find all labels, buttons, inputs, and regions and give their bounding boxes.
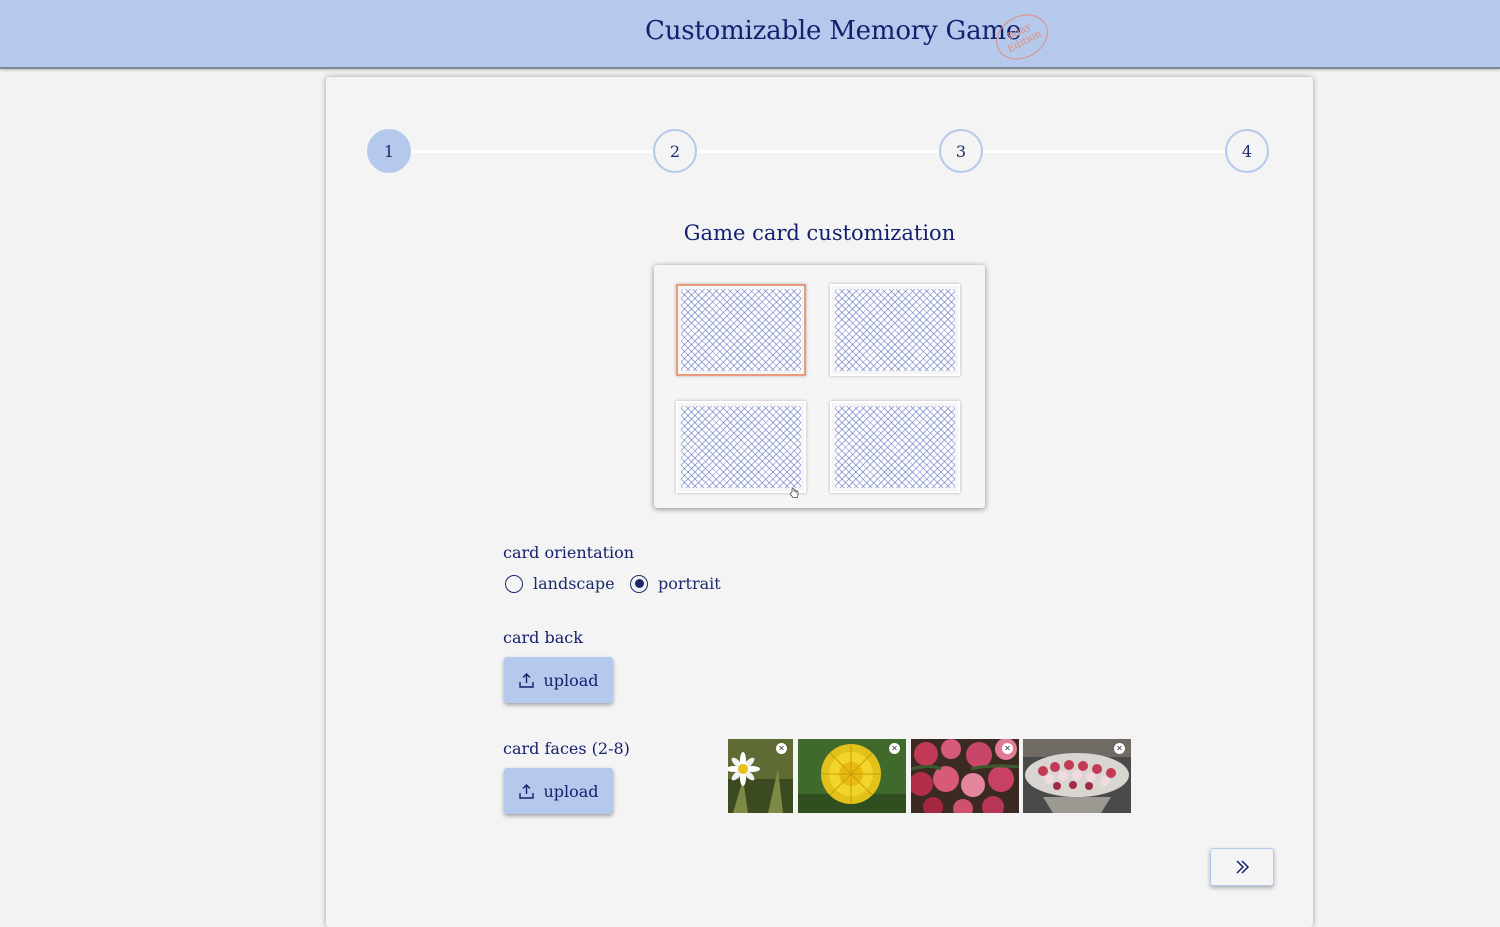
step-3[interactable]: 3 bbox=[939, 129, 983, 173]
landscape-label: landscape bbox=[533, 574, 615, 593]
card-faces-label: card faces (2-8) bbox=[503, 739, 630, 758]
card-face-thumb-dandelion: ✕ bbox=[798, 739, 906, 813]
card-face-thumb-daisy: ✕ bbox=[728, 739, 793, 813]
portrait-radio[interactable] bbox=[630, 574, 648, 593]
customization-panel: 1 2 3 4 Game card customization card ori… bbox=[326, 77, 1313, 927]
preview-card-1[interactable] bbox=[676, 284, 806, 376]
card-faces-upload-button[interactable]: upload bbox=[504, 768, 613, 814]
card-back-upload-label: upload bbox=[543, 670, 599, 690]
double-chevron-right-icon bbox=[1236, 860, 1250, 874]
app-header: Customizable Memory Game Bday Edition bbox=[0, 0, 1500, 69]
card-orientation-label: card orientation bbox=[503, 543, 635, 562]
remove-dandelion-button[interactable]: ✕ bbox=[889, 743, 900, 754]
preview-card-3[interactable] bbox=[676, 401, 806, 493]
card-face-thumb-flower-display: ✕ bbox=[1023, 739, 1131, 813]
preview-card-2[interactable] bbox=[830, 284, 960, 376]
stepper-line bbox=[390, 150, 1250, 153]
step-4[interactable]: 4 bbox=[1225, 129, 1269, 173]
remove-flower-display-button[interactable]: ✕ bbox=[1114, 743, 1125, 754]
upload-icon bbox=[519, 783, 535, 799]
next-step-button[interactable] bbox=[1210, 848, 1274, 886]
remove-pink-flowers-button[interactable]: ✕ bbox=[1002, 743, 1013, 754]
preview-card-4[interactable] bbox=[830, 401, 960, 493]
card-back-label: card back bbox=[503, 628, 583, 647]
card-preview bbox=[654, 265, 985, 508]
step-1[interactable]: 1 bbox=[367, 129, 411, 173]
section-title: Game card customization bbox=[683, 221, 956, 245]
step-2[interactable]: 2 bbox=[653, 129, 697, 173]
portrait-option[interactable]: portrait bbox=[630, 574, 721, 593]
app-title: Customizable Memory Game bbox=[645, 16, 1022, 46]
hand-cursor-icon bbox=[790, 488, 799, 498]
card-face-thumb-pink-flowers: ✕ bbox=[911, 739, 1019, 813]
radio-selected-dot bbox=[634, 579, 644, 588]
upload-icon bbox=[519, 672, 535, 688]
remove-daisy-button[interactable]: ✕ bbox=[776, 743, 787, 754]
card-faces-upload-label: upload bbox=[543, 781, 599, 801]
landscape-radio[interactable] bbox=[505, 574, 523, 593]
landscape-option[interactable]: landscape bbox=[505, 574, 615, 593]
portrait-label: portrait bbox=[658, 574, 721, 593]
card-back-upload-button[interactable]: upload bbox=[504, 657, 613, 703]
